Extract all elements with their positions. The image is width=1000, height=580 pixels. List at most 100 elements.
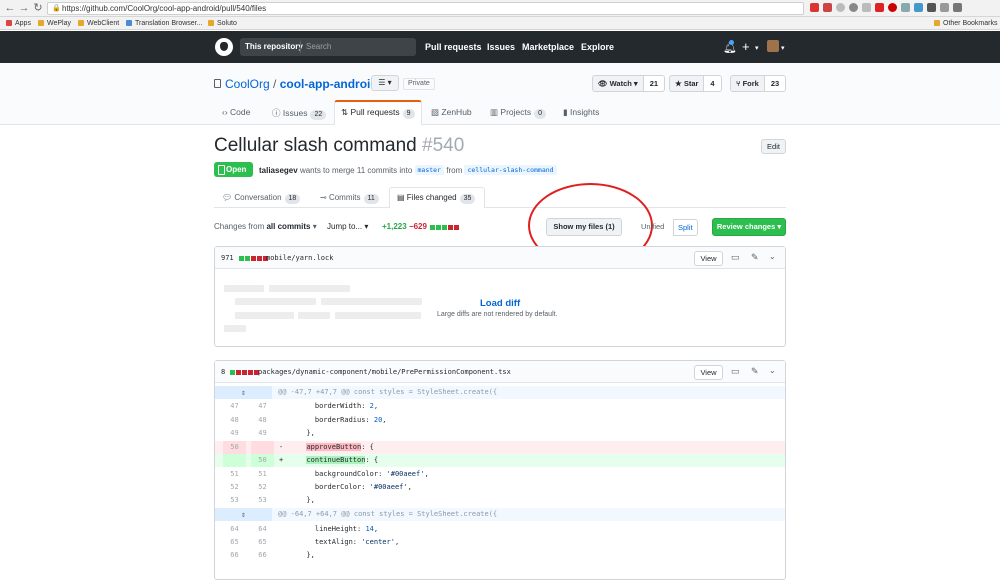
plus-icon[interactable]: + (742, 39, 750, 54)
extension-icon[interactable] (862, 3, 871, 12)
back-icon[interactable]: ← (4, 2, 16, 14)
view-file-button[interactable]: View (694, 251, 723, 266)
tab-insights[interactable]: ▮ Insights (563, 107, 599, 124)
file-path[interactable]: mobile/yarn.lock (266, 254, 333, 262)
reload-icon[interactable]: ↻ (32, 2, 44, 14)
repo-name-link[interactable]: cool-app-android (280, 77, 378, 91)
avatar[interactable] (767, 40, 779, 52)
jump-to-dropdown[interactable]: Jump to... ▾ (327, 222, 368, 231)
review-changes-button[interactable]: Review changes ▾ (712, 218, 786, 236)
comment-icon: 💬︎ (222, 193, 235, 202)
fork-button[interactable]: ⑂ Fork (730, 75, 765, 92)
extension-icon[interactable] (823, 3, 832, 12)
github-logo-icon[interactable] (215, 38, 233, 56)
placeholder-line (235, 298, 316, 305)
search-placeholder: Search (306, 42, 332, 51)
changes-from-dropdown[interactable]: Changes from all commits ▾ (214, 222, 317, 231)
extension-icon[interactable] (940, 3, 949, 12)
expand-icon[interactable]: ⇕ (215, 386, 272, 399)
diff-line: 47 47 borderWidth: 2, (230, 402, 379, 410)
hunk-header: ⇕ @@ -47,7 +47,7 @@ const styles = Style… (215, 386, 785, 399)
search-input[interactable]: This repository Search (240, 38, 416, 56)
nav-pull-requests[interactable]: Pull requests (425, 42, 482, 52)
bookmark-weplay[interactable]: WePlay (38, 19, 71, 28)
extension-icon[interactable] (836, 3, 845, 12)
notification-indicator (729, 40, 734, 45)
repo-separator: / (273, 77, 277, 91)
file-path[interactable]: packages/dynamic-component/mobile/PrePer… (258, 368, 511, 376)
base-branch[interactable]: master (414, 165, 444, 175)
tab-conversation[interactable]: 💬︎ Conversation 18 (222, 193, 301, 204)
load-diff-link[interactable]: Load diff (480, 298, 520, 309)
diff-line: 52 52 borderColor: '#00aeef', (230, 483, 412, 491)
bookmark-soluto[interactable]: Soluto (208, 19, 237, 28)
bookmark-translation[interactable]: Translation Browser... (126, 19, 202, 28)
tab-code[interactable]: ‹› Code (222, 107, 250, 124)
bookmark-webclient[interactable]: WebClient (78, 19, 119, 28)
extension-icon[interactable] (875, 3, 884, 12)
diff-line: 66 66 }, (230, 551, 315, 559)
folder-icon (78, 20, 84, 26)
forward-icon[interactable]: → (18, 2, 30, 14)
fork-count[interactable]: 23 (764, 75, 787, 92)
file-diff-icon: ▤ (397, 193, 407, 202)
tab-projects[interactable]: ▥ Projects 0 (490, 107, 547, 124)
diff-line-addition: 50 + continueButton: { (215, 454, 785, 467)
diffstat: +1,223 −629 (382, 222, 460, 232)
chevron-down-icon[interactable]: ▾ (755, 44, 759, 52)
tab-zenhub[interactable]: ▧ ZenHub (431, 107, 472, 124)
extension-icon[interactable] (901, 3, 910, 12)
author-link[interactable]: taliasegev (259, 166, 298, 175)
view-file-button[interactable]: View (694, 365, 723, 380)
watch-group: 👁︎ Watch ▾ 21 (592, 75, 666, 92)
tab-pull-requests[interactable]: ⇅ Pull requests 9 (341, 107, 415, 124)
star-group: ★ Star 4 (669, 75, 722, 92)
extension-icon[interactable] (888, 3, 897, 12)
repo-owner-link[interactable]: CoolOrg (225, 77, 270, 91)
extension-icon[interactable] (927, 3, 936, 12)
star-button[interactable]: ★ Star (669, 75, 705, 92)
graph-icon: ▮ (563, 107, 571, 117)
status-badge: Open (214, 162, 253, 177)
display-icon[interactable]: ▭ (731, 366, 740, 377)
fork-icon: ⑂ (736, 79, 743, 88)
list-menu-button[interactable]: ☰ ▾ (371, 75, 399, 91)
nav-explore[interactable]: Explore (581, 42, 614, 52)
expand-icon[interactable]: ⇕ (215, 508, 272, 521)
extension-icon[interactable] (810, 3, 819, 12)
chevron-down-icon[interactable]: ⌄ (769, 252, 776, 261)
address-bar[interactable]: 🔒 https://github.com/CoolOrg/cool-app-an… (47, 2, 804, 15)
nav-issues[interactable]: Issues (487, 42, 515, 52)
watch-count[interactable]: 21 (643, 75, 666, 92)
head-branch[interactable]: cellular-slash-command (464, 165, 557, 175)
star-count[interactable]: 4 (704, 75, 722, 92)
watch-button[interactable]: 👁︎ Watch ▾ (592, 75, 644, 92)
edit-button[interactable]: Edit (761, 139, 786, 154)
tab-commits[interactable]: ⊸ Commits 11 (320, 193, 379, 204)
nav-marketplace[interactable]: Marketplace (522, 42, 574, 52)
display-icon[interactable]: ▭ (731, 252, 740, 263)
split-toggle[interactable]: Split (673, 219, 698, 236)
fork-group: ⑂ Fork 23 (730, 75, 787, 92)
github-header: This repository Search Pull requests Iss… (0, 31, 1000, 63)
placeholder-line (224, 325, 246, 332)
chevron-down-icon[interactable]: ⌄ (769, 366, 776, 375)
pencil-icon[interactable]: ✎ (751, 252, 759, 263)
tab-files-changed[interactable]: ▤ Files changed 35 (397, 193, 476, 204)
placeholder-line (335, 312, 421, 319)
extension-icon[interactable] (914, 3, 923, 12)
project-icon: ▥ (490, 107, 501, 117)
chevron-down-icon[interactable]: ▾ (781, 44, 785, 52)
menu-icon[interactable] (953, 3, 962, 12)
repo-header: CoolOrg / cool-app-android ☰ ▾ Private 👁… (0, 63, 1000, 125)
unified-toggle[interactable]: Unified (637, 219, 668, 236)
deletions-count: −629 (408, 222, 427, 231)
pencil-icon[interactable]: ✎ (751, 366, 759, 377)
bookmark-apps[interactable]: Apps (6, 19, 31, 28)
bookmark-other[interactable]: Other Bookmarks (934, 19, 997, 28)
zenhub-icon: ▧ (431, 107, 442, 117)
diff-line-deletion: 50 - approveButton: { (215, 441, 785, 454)
extension-icon[interactable] (849, 3, 858, 12)
from-label: from (446, 166, 463, 175)
tab-issues[interactable]: ⓘ Issues 22 (272, 107, 327, 124)
